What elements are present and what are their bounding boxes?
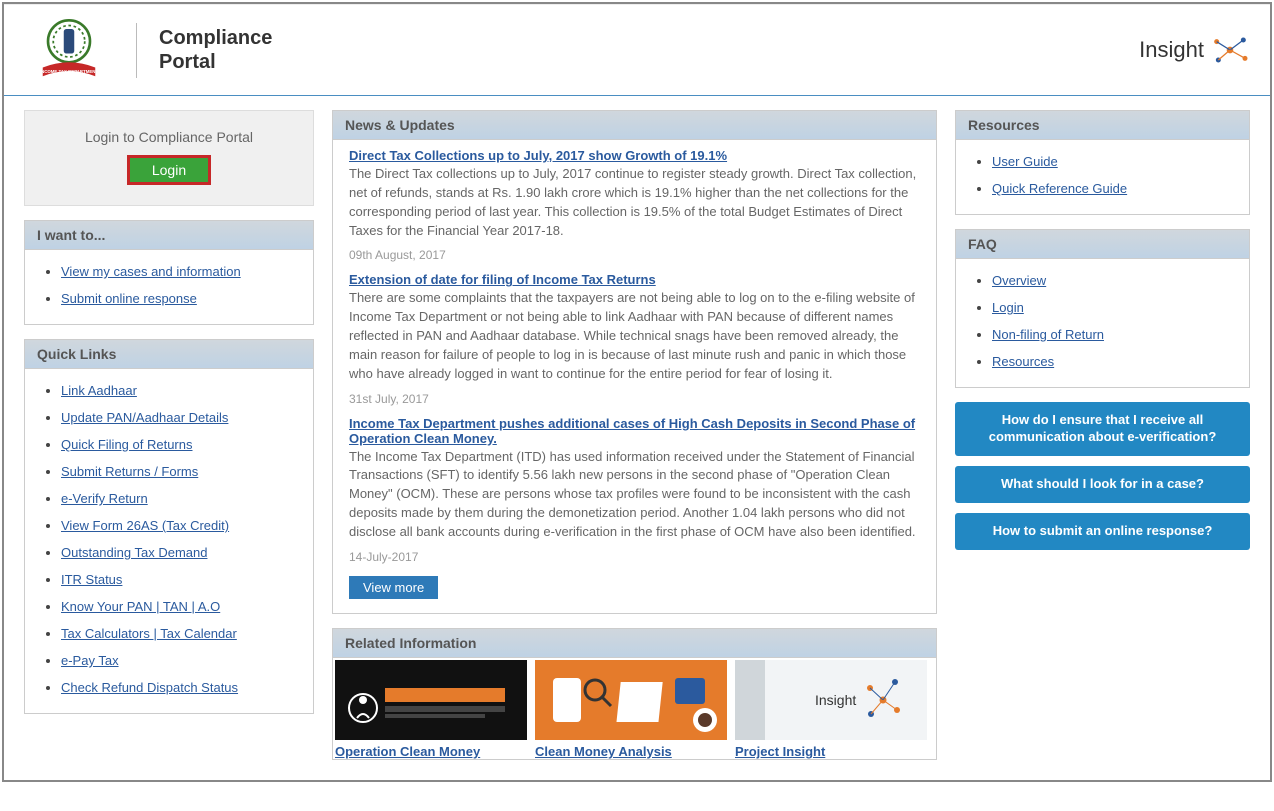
right-column: Resources User Guide Quick Reference Gui… <box>955 110 1250 560</box>
related-card: Clean Money Analysis <box>535 660 727 759</box>
news-date: 31st July, 2017 <box>349 392 920 406</box>
faq-link[interactable]: Login <box>992 300 1024 315</box>
news-item: Income Tax Department pushes additional … <box>349 416 920 564</box>
help-button[interactable]: How to submit an online response? <box>955 513 1250 550</box>
iwt-link[interactable]: Submit online response <box>61 291 197 306</box>
related-link[interactable]: Operation Clean Money <box>335 744 480 759</box>
panel-title: Quick Links <box>25 340 313 369</box>
portal-title: Compliance Portal <box>159 26 272 74</box>
resource-link[interactable]: Quick Reference Guide <box>992 181 1127 196</box>
quick-link[interactable]: Update PAN/Aadhaar Details <box>61 410 228 425</box>
quick-link[interactable]: e-Verify Return <box>61 491 148 506</box>
quick-link[interactable]: Outstanding Tax Demand <box>61 545 207 560</box>
login-box: Login to Compliance Portal Login <box>24 110 314 206</box>
related-link[interactable]: Clean Money Analysis <box>535 744 672 759</box>
resource-link[interactable]: User Guide <box>992 154 1058 169</box>
related-row: Operation Clean Money <box>333 658 936 759</box>
quick-link[interactable]: Quick Filing of Returns <box>61 437 193 452</box>
news-title-link[interactable]: Extension of date for filing of Income T… <box>349 272 656 287</box>
news-panel: News & Updates Direct Tax Collections up… <box>332 110 937 614</box>
page-frame: INCOME TAX DEPARTMENT Compliance Portal … <box>2 2 1272 782</box>
quick-link[interactable]: ITR Status <box>61 572 122 587</box>
faq-panel: FAQ Overview Login Non-filing of Return … <box>955 229 1250 388</box>
quick-link[interactable]: Link Aadhaar <box>61 383 137 398</box>
i-want-to-panel: I want to... View my cases and informati… <box>24 220 314 325</box>
view-more-button[interactable]: View more <box>349 576 438 599</box>
panel-title: Related Information <box>333 629 936 658</box>
help-button[interactable]: What should I look for in a case? <box>955 466 1250 503</box>
login-box-title: Login to Compliance Portal <box>35 129 303 145</box>
help-button[interactable]: How do I ensure that I receive all commu… <box>955 402 1250 456</box>
quick-link[interactable]: Know Your PAN | TAN | A.O <box>61 599 220 614</box>
iwt-link[interactable]: View my cases and information <box>61 264 241 279</box>
center-column: News & Updates Direct Tax Collections up… <box>332 110 937 760</box>
svg-text:INCOME TAX DEPARTMENT: INCOME TAX DEPARTMENT <box>40 69 99 74</box>
insight-logo: Insight <box>1139 32 1250 68</box>
news-title-link[interactable]: Direct Tax Collections up to July, 2017 … <box>349 148 727 163</box>
divider <box>136 23 137 78</box>
header: INCOME TAX DEPARTMENT Compliance Portal … <box>4 4 1270 96</box>
news-title-link[interactable]: Income Tax Department pushes additional … <box>349 416 920 446</box>
related-link[interactable]: Project Insight <box>735 744 825 759</box>
login-button[interactable]: Login <box>127 155 211 185</box>
related-panel: Related Information <box>332 628 937 760</box>
quick-link[interactable]: Submit Returns / Forms <box>61 464 198 479</box>
faq-link[interactable]: Non-filing of Return <box>992 327 1104 342</box>
news-item: Direct Tax Collections up to July, 2017 … <box>349 148 920 262</box>
panel-title: Resources <box>956 111 1249 140</box>
quick-link[interactable]: View Form 26AS (Tax Credit) <box>61 518 229 533</box>
related-thumbnail[interactable] <box>335 660 527 740</box>
resources-panel: Resources User Guide Quick Reference Gui… <box>955 110 1250 215</box>
news-item: Extension of date for filing of Income T… <box>349 272 920 405</box>
related-thumbnail[interactable]: Insight <box>735 660 927 740</box>
insight-label: Insight <box>1139 37 1204 63</box>
panel-title: FAQ <box>956 230 1249 259</box>
body-grid: Login to Compliance Portal Login I want … <box>4 96 1270 780</box>
related-thumbnail[interactable] <box>535 660 727 740</box>
gov-emblem-icon: INCOME TAX DEPARTMENT <box>24 15 114 85</box>
panel-title: News & Updates <box>333 111 936 140</box>
news-desc: The Direct Tax collections up to July, 2… <box>349 165 920 240</box>
left-column: Login to Compliance Portal Login I want … <box>24 110 314 728</box>
faq-link[interactable]: Overview <box>992 273 1046 288</box>
related-card: Insight <box>735 660 927 759</box>
news-date: 14-July-2017 <box>349 550 920 564</box>
panel-title: I want to... <box>25 221 313 250</box>
quick-link[interactable]: Tax Calculators | Tax Calendar <box>61 626 237 641</box>
news-desc: The Income Tax Department (ITD) has used… <box>349 448 920 542</box>
quick-link[interactable]: Check Refund Dispatch Status <box>61 680 238 695</box>
related-card: Operation Clean Money <box>335 660 527 759</box>
news-date: 09th August, 2017 <box>349 248 920 262</box>
quick-link[interactable]: e-Pay Tax <box>61 653 119 668</box>
logo-wrap: INCOME TAX DEPARTMENT Compliance Portal <box>24 15 272 85</box>
insight-icon <box>1210 32 1250 68</box>
faq-link[interactable]: Resources <box>992 354 1054 369</box>
quick-links-panel: Quick Links Link Aadhaar Update PAN/Aadh… <box>24 339 314 714</box>
svg-text:Insight: Insight <box>815 692 856 708</box>
news-desc: There are some complaints that the taxpa… <box>349 289 920 383</box>
